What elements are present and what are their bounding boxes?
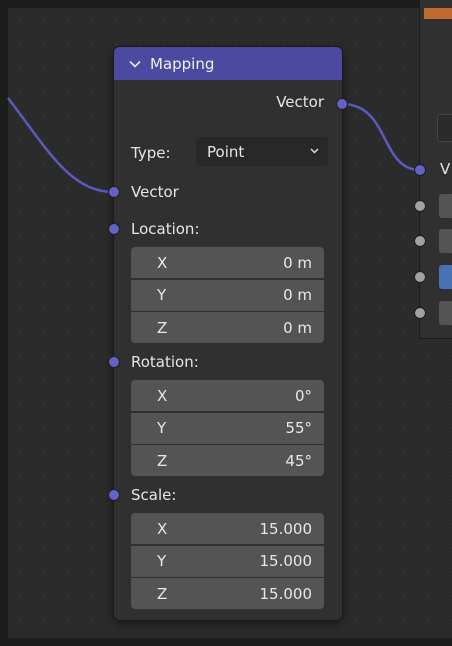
output-vector-label: Vector bbox=[276, 93, 324, 111]
scale-socket[interactable] bbox=[109, 490, 119, 500]
rotation-z-field[interactable]: Z 45° bbox=[131, 445, 324, 476]
rotation-socket[interactable] bbox=[109, 357, 119, 367]
next-node-socket-4[interactable] bbox=[415, 308, 425, 318]
field-value: 15.000 bbox=[259, 519, 313, 538]
field-value: 0 m bbox=[283, 318, 312, 337]
chevron-down-icon[interactable] bbox=[128, 57, 142, 71]
next-node-socket-2[interactable] bbox=[415, 236, 425, 246]
axis-label: Y bbox=[157, 552, 167, 570]
rotation-y-field[interactable]: Y 55° bbox=[131, 412, 324, 444]
field-value: 15.000 bbox=[259, 552, 313, 570]
scale-label: Scale: bbox=[131, 486, 177, 504]
axis-label: Z bbox=[157, 451, 168, 470]
next-node-field-2[interactable] bbox=[439, 229, 452, 253]
axis-label: Z bbox=[157, 584, 168, 603]
scale-fields: X 15.000 Y 15.000 Z 15.000 bbox=[131, 513, 324, 609]
axis-label: X bbox=[157, 386, 168, 405]
scale-x-field[interactable]: X 15.000 bbox=[131, 513, 324, 544]
axis-label: Y bbox=[157, 286, 167, 304]
axis-label: Z bbox=[157, 318, 168, 337]
field-value: 0 m bbox=[283, 253, 312, 272]
location-label: Location: bbox=[131, 220, 200, 238]
node-header[interactable]: Mapping bbox=[114, 47, 342, 80]
type-dropdown[interactable]: Point bbox=[196, 137, 328, 166]
scale-y-field[interactable]: Y 15.000 bbox=[131, 545, 324, 577]
field-value: 0° bbox=[294, 386, 312, 405]
location-z-field[interactable]: Z 0 m bbox=[131, 312, 324, 343]
field-value: 55° bbox=[285, 419, 312, 437]
output-vector-socket[interactable] bbox=[337, 99, 347, 109]
input-vector-socket[interactable] bbox=[109, 187, 119, 197]
location-y-field[interactable]: Y 0 m bbox=[131, 279, 324, 311]
rotation-fields: X 0° Y 55° Z 45° bbox=[131, 380, 324, 476]
field-value: 45° bbox=[285, 451, 312, 470]
next-node-field-4[interactable] bbox=[439, 301, 452, 325]
location-socket[interactable] bbox=[109, 224, 119, 234]
dropdown-arrow-icon bbox=[310, 148, 319, 154]
next-node-socket-1[interactable] bbox=[415, 201, 425, 211]
next-node-input-label: V bbox=[440, 160, 451, 178]
axis-label: X bbox=[157, 519, 168, 538]
rotation-x-field[interactable]: X 0° bbox=[131, 380, 324, 411]
vector-input-label: Vector bbox=[131, 183, 179, 201]
field-value: 0 m bbox=[283, 286, 312, 304]
rotation-label: Rotation: bbox=[131, 353, 199, 371]
next-node-socket-3[interactable] bbox=[415, 272, 425, 282]
field-value: 15.000 bbox=[259, 584, 313, 603]
node-title: Mapping bbox=[150, 54, 215, 73]
type-value: Point bbox=[207, 142, 245, 161]
next-node-field-3[interactable] bbox=[439, 265, 452, 289]
axis-label: Y bbox=[157, 419, 167, 437]
next-node-vector-socket[interactable] bbox=[415, 165, 425, 175]
location-x-field[interactable]: X 0 m bbox=[131, 247, 324, 278]
mapping-node[interactable]: Mapping Vector Type: Point Vector Locati… bbox=[114, 47, 342, 620]
next-node-header bbox=[424, 8, 452, 19]
next-node-field[interactable] bbox=[437, 114, 452, 142]
next-node-field-1[interactable] bbox=[439, 194, 452, 218]
axis-label: X bbox=[157, 253, 168, 272]
scale-z-field[interactable]: Z 15.000 bbox=[131, 578, 324, 609]
type-label: Type: bbox=[131, 144, 171, 162]
location-fields: X 0 m Y 0 m Z 0 m bbox=[131, 247, 324, 343]
